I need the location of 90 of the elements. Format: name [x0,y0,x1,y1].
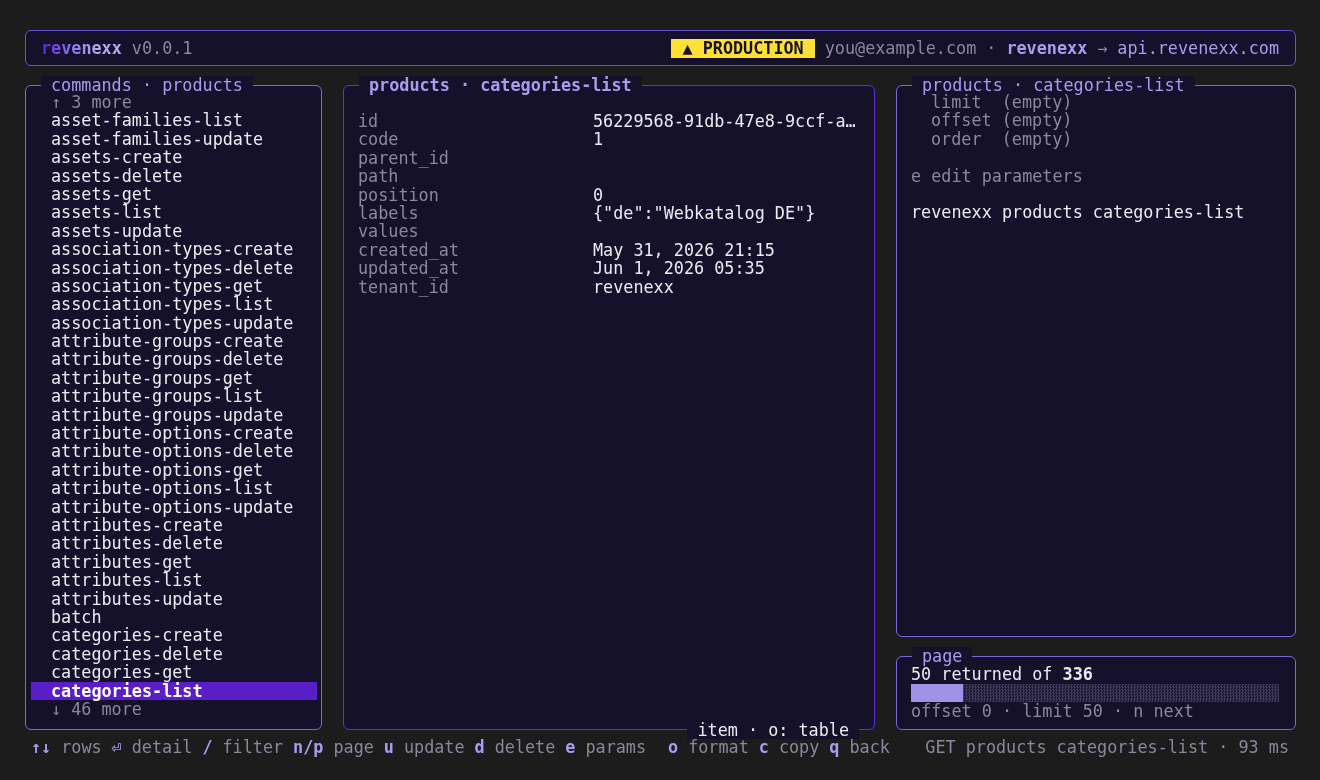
field-value: 56229568-91db-47e8-9ccf-a… [593,112,857,131]
command-item[interactable]: attribute-options-delete [31,442,317,461]
shortcut-key: ↑↓ [31,738,52,757]
command-item[interactable]: asset-families-list [31,111,317,130]
field-value: revenexx [593,277,675,296]
param-value: (empty) [1001,111,1073,130]
command-item[interactable]: association-types-delete [31,258,317,277]
command-item[interactable]: attribute-groups-list [31,387,317,406]
command-item[interactable]: association-types-create [31,240,317,259]
shortcut-label: back [849,738,890,757]
param-value: (empty) [1001,129,1073,149]
command-item[interactable]: attribute-groups-update [31,405,317,425]
command-item[interactable]: attribute-options-get [31,460,317,480]
field-key: created_at [358,240,593,260]
shortcut-key: / [202,738,213,757]
more-above-text: ↑ 3 more [51,93,132,112]
param-name: order [931,129,983,149]
shortcut-label: filter [222,738,284,757]
shortcut-key: d [474,738,485,757]
shortcut-label: detail [131,738,193,757]
command-item[interactable]: categories-list [31,681,317,700]
command-item[interactable]: assets-delete [31,166,317,185]
field-key: code [358,130,593,149]
command-item[interactable]: attribute-options-update [31,497,317,516]
view-mode-label: item · o: table [687,720,859,739]
command-item[interactable]: attribute-options-list [31,479,317,498]
shortcut-key: n/p [293,738,324,757]
api-host: api.revenexx.com [1117,38,1279,58]
field-key: path [358,167,593,186]
field-key: updated_at [358,259,593,278]
shortcut-key: c [758,738,769,757]
panel-title: commands · products [41,76,253,95]
shortcut-key: u [383,738,394,757]
shortcut-key: o [668,738,679,757]
command-item[interactable]: attributes-update [31,589,317,608]
command-text: revenexx products categories-list [911,203,1245,222]
field-key: parent_id [358,148,593,168]
param-name: limit [931,93,982,112]
field-key: values [358,222,593,241]
shortcut-label: copy [778,738,820,757]
field-key: position [358,185,593,204]
field-value: {"de":"Webkatalog DE"} [593,203,817,223]
command-item[interactable]: attribute-groups-create [31,332,317,351]
command-item[interactable]: attributes-create [31,516,317,535]
command-item[interactable]: assets-update [31,221,317,241]
field-value: Jun 1, 2026 05:35 [593,259,766,278]
panel-title: products · categories-list [912,76,1195,95]
panel-title: page [912,647,973,666]
command-item[interactable]: assets-list [31,203,317,222]
user-email: you@example.com [824,38,977,58]
panel-title: products · categories-list [359,76,642,95]
command-item[interactable]: categories-create [31,626,317,645]
field-value: 1 [593,130,605,149]
shortcut-label: delete [494,738,556,757]
command-item[interactable]: attributes-get [31,552,317,572]
field-value: May 31, 2026 21:15 [593,240,776,260]
shortcut-label: params [585,738,647,757]
field-key: tenant_id [358,277,593,296]
command-item[interactable]: attribute-groups-delete [31,350,317,369]
command-item[interactable]: association-types-list [31,295,317,314]
field-value: 0 [593,185,605,204]
command-item[interactable]: attribute-groups-get [31,368,317,388]
page-footer: offset 0 · limit 50 · n next [911,701,1194,721]
app-version: v0.0.1 [131,38,193,58]
request-info: GET products categories-list · 93 ms [925,738,1289,757]
environment-badge: ▲ PRODUCTION [671,38,815,58]
shortcut-label: rows [61,738,102,757]
param-name: offset [931,111,993,130]
shortcut-label: format [688,738,749,757]
shortcut-key: q [829,738,840,757]
arrow-text: → [1097,38,1108,58]
command-item[interactable]: attributes-list [31,571,317,590]
shortcut-key: ⏎ [111,738,122,757]
tenant-name: revenexx [1006,38,1088,58]
field-key: id [358,112,593,131]
command-item[interactable]: categories-get [31,663,317,682]
separator-text: · [986,38,997,58]
command-item[interactable]: asset-families-update [31,129,317,149]
shortcut-key: e [565,738,576,757]
shortcut-label: page [333,738,374,757]
command-item[interactable]: attributes-delete [31,534,317,553]
command-item[interactable]: association-types-update [31,313,317,333]
page-summary: 50 returned of 336 [911,665,1093,684]
command-item[interactable]: categories-delete [31,644,317,664]
command-item[interactable]: assets-create [31,148,317,167]
command-item[interactable]: assets-get [31,184,317,204]
command-item[interactable]: attribute-options-create [31,424,317,443]
param-value: (empty) [1001,93,1073,112]
shortcut-label: update [403,738,465,757]
hint-text: e edit parameters [911,166,1083,185]
